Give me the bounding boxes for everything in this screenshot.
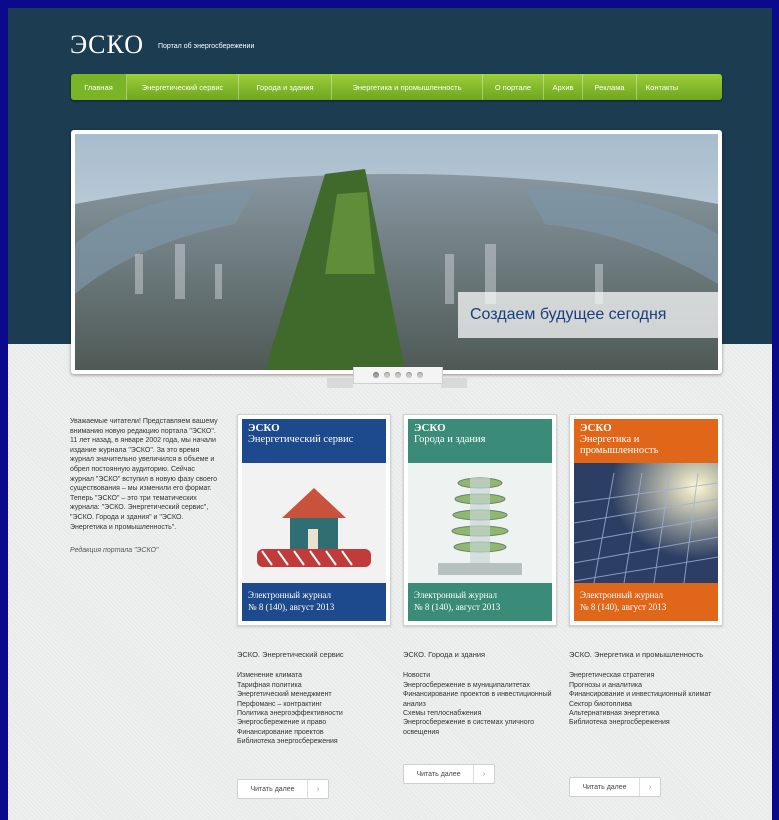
nav-archive[interactable]: Архив xyxy=(544,74,583,100)
column-link[interactable]: Библиотека энергосбережения xyxy=(569,718,719,727)
journal-card-cities-buildings[interactable]: ЭСКО Города и здания Электронный журнал … xyxy=(403,414,557,626)
cover-brand: ЭСКО xyxy=(580,422,612,434)
column-link[interactable]: Перфоманс – контрактинг xyxy=(237,700,387,709)
cover-subtitle: Энергетический сервис xyxy=(248,434,354,445)
read-more-button-energy-industry[interactable]: Читать далее › xyxy=(569,777,661,797)
links-column-energy-industry: ЭСКО. Энергетика и промышленность Энерге… xyxy=(569,650,719,728)
main-nav: Главная Энергетический сервис Города и з… xyxy=(71,74,722,100)
cover-issue: № 8 (140), август 2013 xyxy=(580,602,667,612)
journal-card-energy-industry[interactable]: ЭСКО Энергетика и промышленность Электро… xyxy=(569,414,723,626)
slider-dot-1[interactable] xyxy=(373,372,379,378)
hero-slider[interactable]: Создаем будущее сегодня xyxy=(71,130,722,374)
intro-text: Уважаемые читатели! Представляем вашему … xyxy=(70,418,218,531)
intro-signature: Редакция портала "ЭСКО" xyxy=(70,547,159,555)
page: ЭСКО Портал об энергосбережении Главная … xyxy=(8,8,772,820)
column-link[interactable]: Прогнозы и аналитика xyxy=(569,681,719,690)
journal-cover: ЭСКО Энергетика и промышленность Электро… xyxy=(574,419,718,621)
nav-cities-buildings[interactable]: Города и здания xyxy=(239,74,332,100)
cover-issue: № 8 (140), август 2013 xyxy=(248,602,335,612)
nav-contacts[interactable]: Контакты xyxy=(637,74,687,100)
solar-panels-image xyxy=(574,463,718,583)
cover-footer: Электронный журнал № 8 (140), август 201… xyxy=(580,589,666,613)
cover-footer-line1: Электронный журнал xyxy=(580,590,663,600)
slider-pagination xyxy=(353,367,443,384)
cover-footer: Электронный журнал № 8 (140), август 201… xyxy=(248,589,334,613)
slider-dot-4[interactable] xyxy=(406,372,412,378)
site-logo[interactable]: ЭСКО xyxy=(70,30,144,60)
column-heading[interactable]: ЭСКО. Энергетика и промышленность xyxy=(569,650,719,659)
column-link[interactable]: Альтернативная энергетика xyxy=(569,709,719,718)
chevron-right-icon: › xyxy=(482,770,486,778)
column-link[interactable]: Финансирование и инвестиционный климат xyxy=(569,690,719,699)
green-tower-image xyxy=(408,463,552,583)
slider-caption: Создаем будущее сегодня xyxy=(458,292,718,338)
nav-energy-industry[interactable]: Энергетика и промышленность xyxy=(332,74,483,100)
site-tagline: Портал об энергосбережении xyxy=(158,43,255,50)
nav-about[interactable]: О портале xyxy=(483,74,544,100)
chevron-right-icon: › xyxy=(648,783,652,791)
column-heading[interactable]: ЭСКО. Энергетический сервис xyxy=(237,650,387,659)
nav-home[interactable]: Главная xyxy=(71,74,127,100)
read-more-button-cities-buildings[interactable]: Читать далее › xyxy=(403,764,495,784)
cover-subtitle: Энергетика и промышленность xyxy=(580,434,659,456)
links-column-cities-buildings: ЭСКО. Города и здания Новости Энергосбер… xyxy=(403,650,558,737)
column-link[interactable]: Энергосбережение и право xyxy=(237,718,387,727)
column-heading[interactable]: ЭСКО. Города и здания xyxy=(403,650,558,659)
slider-dot-5[interactable] xyxy=(417,372,423,378)
read-more-label: Читать далее xyxy=(570,778,640,796)
slider-dot-3[interactable] xyxy=(395,372,401,378)
column-link[interactable]: Сектор биотоплива xyxy=(569,700,719,709)
links-column-energy-service: ЭСКО. Энергетический сервис Изменение кл… xyxy=(237,650,387,747)
cover-title: ЭСКО Энергетический сервис xyxy=(248,422,354,446)
cover-footer: Электронный журнал № 8 (140), август 201… xyxy=(414,589,500,613)
column-link[interactable]: Библиотека энергосбережения xyxy=(237,737,387,746)
column-link[interactable]: Политика энергоэффективности xyxy=(237,709,387,718)
column-link[interactable]: Финансирование проектов в инвестиционный… xyxy=(403,690,558,709)
cover-title: ЭСКО Энергетика и промышленность xyxy=(580,422,718,457)
cover-issue: № 8 (140), август 2013 xyxy=(414,602,501,612)
cover-footer-line1: Электронный журнал xyxy=(414,590,497,600)
column-link[interactable]: Финансирование проектов xyxy=(237,728,387,737)
slider-ribbon-right xyxy=(441,378,467,388)
hero-image: Создаем будущее сегодня xyxy=(75,134,718,370)
column-link[interactable]: Энергосбережение в системах уличного осв… xyxy=(403,718,558,737)
slider-ribbon-left xyxy=(327,378,353,388)
nav-energy-service[interactable]: Энергетический сервис xyxy=(127,74,239,100)
journal-card-energy-service[interactable]: ЭСКО Энергетический сервис Электронный ж… xyxy=(237,414,391,626)
journal-cover: ЭСКО Энергетический сервис Электронный ж… xyxy=(242,419,386,621)
column-link[interactable]: Изменение климата xyxy=(237,671,387,680)
column-link[interactable]: Тарифная политика xyxy=(237,681,387,690)
column-link[interactable]: Энергетическая стратегия xyxy=(569,671,719,680)
nav-ads[interactable]: Реклама xyxy=(583,74,637,100)
read-more-label: Читать далее xyxy=(404,765,474,783)
cover-subtitle: Города и здания xyxy=(414,434,486,445)
house-scarf-image xyxy=(242,463,386,583)
intro-block: Уважаемые читатели! Представляем вашему … xyxy=(70,417,220,556)
column-link[interactable]: Энергосбережение в муниципалитетах xyxy=(403,681,558,690)
journal-cover: ЭСКО Города и здания Электронный журнал … xyxy=(408,419,552,621)
cover-title: ЭСКО Города и здания xyxy=(414,422,486,446)
cover-footer-line1: Электронный журнал xyxy=(248,590,331,600)
read-more-label: Читать далее xyxy=(238,780,308,798)
cover-brand: ЭСКО xyxy=(414,422,446,434)
column-link[interactable]: Энергетический менеджмент xyxy=(237,690,387,699)
chevron-right-icon: › xyxy=(316,785,320,793)
slider-dot-2[interactable] xyxy=(384,372,390,378)
column-link[interactable]: Схемы теплоснабжения xyxy=(403,709,558,718)
read-more-button-energy-service[interactable]: Читать далее › xyxy=(237,779,329,799)
cover-brand: ЭСКО xyxy=(248,422,280,434)
column-link[interactable]: Новости xyxy=(403,671,558,680)
